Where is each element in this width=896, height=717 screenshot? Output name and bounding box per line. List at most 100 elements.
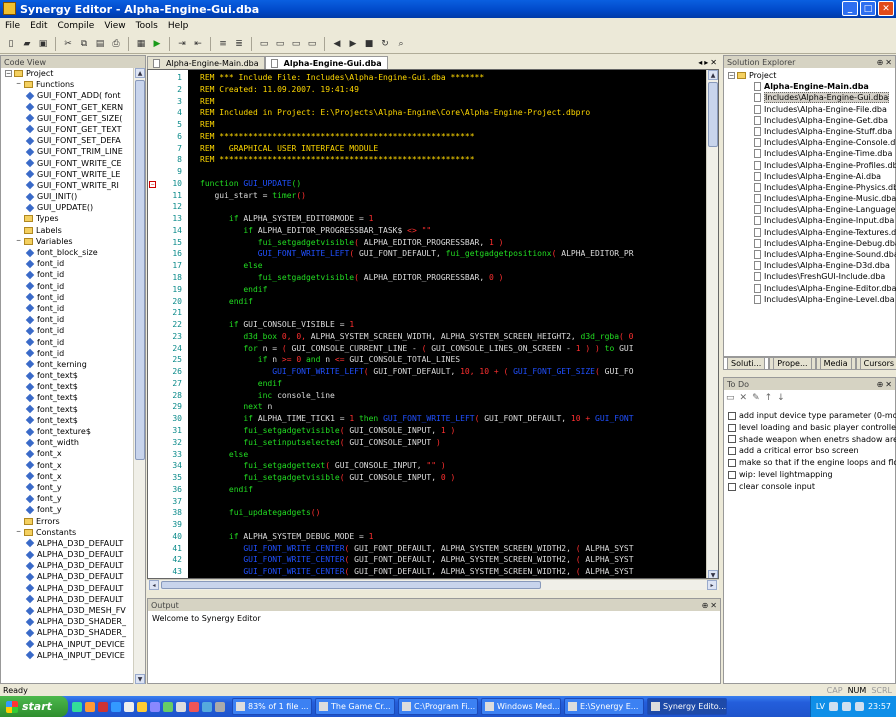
code-line[interactable]: 30 if ALPHA_TIME_TICK1 = 1 then GUI_FONT… [172, 413, 708, 425]
start-button[interactable]: start [0, 696, 68, 717]
collapse-icon[interactable] [15, 227, 22, 234]
scroll-thumb[interactable] [161, 581, 541, 589]
code-line[interactable]: 9 [177, 166, 708, 178]
stop-icon[interactable]: ■ [362, 37, 376, 51]
tree-item[interactable]: GUI_FONT_GET_KERN [1, 102, 133, 113]
menu-help[interactable]: Help [163, 21, 194, 31]
tree-item[interactable]: ALPHA_D3D_DEFAULT [1, 583, 133, 594]
tree-root[interactable]: − Project [1, 68, 133, 79]
collapse-icon[interactable]: − [15, 237, 22, 245]
build-icon[interactable]: ▦ [134, 37, 148, 51]
code-line[interactable]: 18 fui_setgadgetvisible( ALPHA_EDITOR_PR… [172, 272, 708, 284]
menu-file[interactable]: File [0, 21, 25, 31]
tree-item[interactable]: GUI_INIT() [1, 191, 133, 202]
outdent-icon[interactable]: ⇤ [191, 37, 205, 51]
solution-file[interactable]: Includes\Alpha-Engine-Physics.dba [724, 182, 896, 193]
todo-checkbox[interactable] [728, 435, 736, 444]
collapse-icon[interactable] [15, 215, 22, 222]
quick-launch-icon[interactable] [85, 701, 95, 712]
code-line[interactable]: 3 REM [177, 96, 708, 108]
code-line[interactable]: 38 fui_updategadgets() [172, 507, 708, 519]
todo-up-icon[interactable]: ↑ [765, 393, 773, 403]
solution-file[interactable]: Includes\Alpha-Engine-Ai.dba [724, 171, 896, 182]
cut-icon[interactable]: ✂ [61, 37, 75, 51]
scroll-up-arrow[interactable]: ▲ [708, 70, 718, 80]
code-line[interactable]: 1 REM *** Include File: Includes\Alpha-En… [177, 72, 708, 84]
solution-file[interactable]: Includes\Alpha-Engine-Debug.dba [724, 238, 896, 249]
tree-item[interactable]: font_kerning [1, 359, 133, 370]
code-line[interactable]: 5 REM [177, 119, 708, 131]
code-line[interactable]: 27 endif [172, 378, 708, 390]
code-line[interactable]: 17 else [172, 260, 708, 272]
code-view-scrollbar[interactable]: ▲ ▼ [133, 68, 145, 684]
tree-item[interactable]: GUI_FONT_TRIM_LINE [1, 146, 133, 157]
todo-item[interactable]: shade weapon when enetrs shadow areas [728, 434, 896, 446]
tree-folder[interactable]: − Variables [1, 236, 133, 247]
quick-launch-icon[interactable] [137, 701, 147, 712]
code-line[interactable]: 40 if ALPHA_SYSTEM_DEBUG_MODE = 1 [172, 531, 708, 543]
quick-launch-icon[interactable] [189, 701, 199, 712]
todo-down-icon[interactable]: ↓ [777, 393, 785, 403]
code-line[interactable]: 12 [172, 201, 708, 213]
code-line[interactable]: 43 GUI_FONT_WRITE_CENTER( GUI_FONT_DEFAU… [172, 566, 708, 578]
maximize-button[interactable]: □ [860, 1, 876, 16]
tree-item[interactable]: ALPHA_D3D_DEFAULT [1, 538, 133, 549]
scroll-right-arrow[interactable]: ▸ [707, 580, 717, 590]
tree-item[interactable]: font_text$ [1, 392, 133, 403]
tree-item[interactable]: font_text$ [1, 415, 133, 426]
close-icon[interactable]: ✕ [710, 601, 717, 610]
code-line[interactable]: 29 next n [172, 401, 708, 413]
code-line[interactable]: 39 [172, 519, 708, 531]
tree-folder[interactable]: Types [1, 213, 133, 224]
tree-item[interactable]: font_x [1, 471, 133, 482]
solution-file[interactable]: Includes\Alpha-Engine-Input.dba [724, 215, 896, 226]
todo-checkbox[interactable] [728, 482, 736, 491]
back-icon[interactable]: ◀ [330, 37, 344, 51]
fold-toggle-icon[interactable]: − [149, 180, 156, 188]
code-line[interactable]: 23 d3d_box 0, 0, ALPHA_SYSTEM_SCREEN_WID… [172, 331, 708, 343]
quick-launch-icon[interactable] [202, 701, 212, 712]
code-line[interactable]: 6 REM ***********************************… [177, 131, 708, 143]
tab-media[interactable]: Media [815, 357, 856, 370]
tree-item[interactable]: font_text$ [1, 381, 133, 392]
tree-item[interactable]: ALPHA_D3D_DEFAULT [1, 549, 133, 560]
tab-scroll-right-icon[interactable]: ▸ [704, 58, 708, 67]
tab-alpha-engine-main[interactable]: Alpha-Engine-Main.dba [147, 56, 265, 69]
quick-launch-icon[interactable] [111, 701, 121, 712]
editor-horizontal-scrollbar[interactable]: ◂ ▸ [147, 579, 719, 590]
tree-folder[interactable]: Errors [1, 516, 133, 527]
todo-checkbox[interactable] [728, 470, 736, 479]
tree-item[interactable]: ALPHA_INPUT_DEVICE [1, 650, 133, 661]
scroll-thumb[interactable] [708, 82, 718, 147]
tree-item[interactable]: font_width [1, 437, 133, 448]
bookmark-icon[interactable]: ▭ [257, 37, 271, 51]
tree-item[interactable]: GUI_FONT_ADD( font [1, 90, 133, 101]
language-indicator[interactable]: LV [816, 702, 825, 711]
code-line[interactable]: 42 GUI_FONT_WRITE_CENTER( GUI_FONT_DEFAU… [172, 554, 708, 566]
tree-item[interactable]: ALPHA_D3D_MESH_FV [1, 605, 133, 616]
code-line[interactable]: 7 REM GRAPHICAL USER INTERFACE MODULE [177, 143, 708, 155]
tree-item[interactable]: GUI_FONT_WRITE_LE [1, 169, 133, 180]
tree-item[interactable]: font_y [1, 504, 133, 515]
menu-tools[interactable]: Tools [131, 21, 163, 31]
code-line[interactable]: 37 [172, 496, 708, 508]
collapse-icon[interactable]: − [728, 72, 735, 79]
find-icon[interactable]: ⌕ [394, 37, 408, 51]
code-line[interactable]: 31 fui_setgadgetvisible( GUI_CONSOLE_INP… [172, 425, 708, 437]
tree-item[interactable]: font_id [1, 314, 133, 325]
save-icon[interactable]: ▣ [36, 37, 50, 51]
tree-item[interactable]: GUI_FONT_GET_TEXT [1, 124, 133, 135]
quick-launch-icon[interactable] [98, 701, 108, 712]
tab-properties[interactable]: Prope... [769, 357, 816, 370]
menu-view[interactable]: View [99, 21, 130, 31]
collapse-icon[interactable]: − [15, 81, 22, 88]
tree-item[interactable]: font_id [1, 337, 133, 348]
code-editor[interactable]: 1 REM *** Include File: Includes\Alpha-En… [147, 69, 719, 579]
run-icon[interactable]: ▶ [150, 37, 164, 51]
quick-launch-icon[interactable] [124, 701, 134, 712]
tree-item[interactable]: GUI_UPDATE() [1, 202, 133, 213]
tree-folder[interactable]: − Functions [1, 79, 133, 90]
tree-item[interactable]: font_id [1, 348, 133, 359]
code-line[interactable]: 35 fui_setgadgetvisible( GUI_CONSOLE_INP… [172, 472, 708, 484]
tree-item[interactable]: font_x [1, 460, 133, 471]
